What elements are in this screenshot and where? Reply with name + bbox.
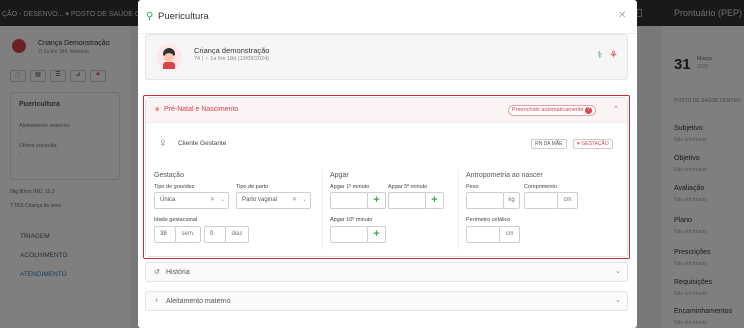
auto-filled-badge: Preenchido automaticamente ?	[508, 105, 597, 116]
prenatal-title: Pré-Natal e Nascimento	[164, 106, 239, 113]
patient-card-sub: 74 | ♀ 1a 6m 18d (13/09/2024)	[194, 56, 269, 62]
rn-da-mae-chip[interactable]: RN DA MÃE	[531, 139, 567, 149]
bottle-icon: ♁	[154, 297, 160, 304]
clear-icon[interactable]: ✕	[292, 196, 297, 203]
auto-filled-text: Preenchido automaticamente	[512, 107, 584, 113]
historia-title: História	[166, 269, 190, 276]
baby-icon[interactable]: ⚘	[609, 50, 618, 61]
apgar-10-input[interactable]	[330, 226, 368, 243]
tipo-gravidez-label: Tipo de gravidez	[154, 184, 195, 190]
apgar-5-input[interactable]	[388, 192, 426, 209]
antropometria-heading: Antropometria ao nascer	[466, 172, 543, 179]
gestacao-chip[interactable]: ♥ GESTAÇÃO	[573, 139, 613, 149]
chevron-up-icon[interactable]: ⌃	[613, 105, 619, 113]
apgar-heading: Apgar	[330, 172, 349, 179]
modal-header: ⚲ Puericultura ✕	[138, 0, 637, 34]
kg-unit: kg	[503, 192, 520, 209]
patient-card: Criança demonstração 74 | ♀ 1a 6m 18d (1…	[145, 34, 628, 80]
gestacao-heading: Gestação	[154, 172, 184, 179]
chevron-down-icon[interactable]: ⌄	[302, 196, 307, 203]
close-icon[interactable]: ✕	[618, 10, 626, 21]
comprimento-label: Comprimento	[524, 184, 558, 190]
patient-card-name: Criança demonstração	[194, 46, 270, 55]
puericultura-modal: ⚲ Puericultura ✕ Criança demonstração 74…	[138, 0, 637, 328]
apgar-5-label: Apgar 5º minuto	[388, 184, 428, 190]
peso-label: Peso	[466, 184, 479, 190]
tipo-parto-select[interactable]: Parto vaginal ✕ ⌄	[236, 192, 311, 209]
ribbon-icon[interactable]: ⚕	[597, 50, 602, 61]
chevron-down-icon[interactable]: ⌄	[220, 196, 225, 203]
modal-title: Puericultura	[158, 11, 209, 22]
baby-bottle-icon: ⚘	[154, 107, 161, 114]
cm-unit: cm	[499, 226, 520, 243]
divider	[322, 170, 323, 250]
idade-semanas-input[interactable]: 38	[154, 226, 176, 243]
apgar-5-plus-icon[interactable]: +	[425, 192, 444, 209]
aleitamento-title: Aleitamento materno	[166, 298, 231, 305]
tipo-gravidez-value: Única	[160, 197, 176, 203]
clear-icon[interactable]: ✕	[210, 196, 215, 203]
sem-unit: sem.	[175, 226, 201, 243]
puericultura-icon: ⚲	[146, 11, 154, 22]
dias-unit: dias	[225, 226, 249, 243]
apgar-1-input[interactable]	[330, 192, 368, 209]
tipo-parto-label: Tipo de parto	[236, 184, 269, 190]
peso-input[interactable]	[466, 192, 504, 209]
chevron-down-icon[interactable]: ⌄	[615, 267, 621, 275]
idade-semanas-value: 38	[160, 231, 167, 237]
prenatal-header[interactable]: ⚘ Pré-Natal e Nascimento Preenchido auto…	[146, 98, 627, 123]
perimetro-input[interactable]	[466, 226, 500, 243]
comprimento-input[interactable]	[524, 192, 558, 209]
patient-avatar	[156, 44, 182, 70]
apgar-1-label: Apgar 1º minuto	[330, 184, 370, 190]
apgar-10-plus-icon[interactable]: +	[367, 226, 386, 243]
tipo-parto-value: Parto vaginal	[242, 197, 278, 203]
chevron-down-icon[interactable]: ⌄	[615, 296, 621, 304]
perimetro-label: Perímetro cefálico	[466, 217, 511, 223]
idade-dias-input[interactable]: 0	[204, 226, 226, 243]
cliente-gestante-label: Cliente Gestante	[178, 140, 227, 147]
historia-section[interactable]: ↺ História ⌄	[145, 262, 628, 282]
cm-unit: cm	[557, 192, 578, 209]
tipo-gravidez-select[interactable]: Única ✕ ⌄	[154, 192, 229, 209]
idade-dias-value: 0	[210, 231, 214, 237]
divider	[458, 170, 459, 250]
idade-gestacional-label: Idade gestacional	[154, 217, 198, 223]
aleitamento-section[interactable]: ♁ Aleitamento materno ⌄	[145, 291, 628, 311]
apgar-10-label: Apgar 10º minuto	[330, 217, 373, 223]
help-icon[interactable]: ?	[585, 107, 593, 114]
apgar-1-plus-icon[interactable]: +	[367, 192, 386, 209]
prenatal-section: ⚘ Pré-Natal e Nascimento Preenchido auto…	[145, 97, 628, 257]
history-icon: ↺	[154, 269, 160, 276]
pregnant-icon: ♀	[158, 135, 168, 150]
